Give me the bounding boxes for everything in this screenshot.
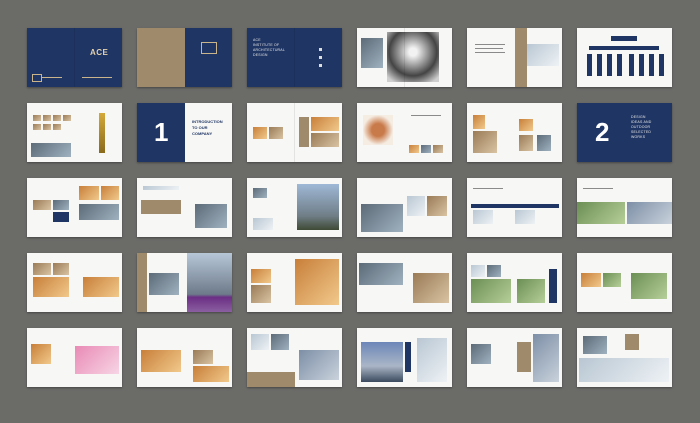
- chapter-2-number: 2: [595, 117, 610, 147]
- chapter-2-title-line-3: OUTDOOR: [631, 125, 651, 129]
- spread-16: [357, 178, 452, 237]
- spread-chapter-1: 1 INTRODUCTION TO OUR COMPANY: [137, 103, 232, 162]
- spread-4: [357, 28, 452, 87]
- spread-22: [357, 253, 452, 312]
- chapter-1-number: 1: [154, 117, 169, 147]
- chapter-2-title-line-1: DESIGN: [631, 115, 646, 119]
- spread-15: [247, 178, 342, 237]
- spread-25: [27, 328, 122, 387]
- spread-14: [137, 178, 232, 237]
- cover-logo: ACE: [90, 48, 109, 57]
- spread-9: [247, 103, 342, 162]
- cover-subtitle-line-1: ACE: [253, 38, 261, 42]
- spread-23: [467, 253, 562, 312]
- chapter-2-title-line-4: SELECTED: [631, 130, 652, 134]
- chapter-2-title-line-2: IDEAS AND: [631, 120, 652, 124]
- spread-28: [357, 328, 452, 387]
- chapter-1-title-line-1: INTRODUCTION: [192, 119, 223, 124]
- chapter-1-title-line-2: TO OUR: [192, 125, 208, 130]
- cover-subtitle-line-3: ARCHITECTURAL: [253, 48, 285, 52]
- spread-21: [247, 253, 342, 312]
- spread-10: [357, 103, 452, 162]
- spread-6-org-chart: [577, 28, 672, 87]
- spread-chapter-2: 2 DESIGN IDEAS AND OUTDOOR SELECTED WORK…: [577, 103, 672, 162]
- spread-29: [467, 328, 562, 387]
- spread-2: [137, 28, 232, 87]
- spread-5: [467, 28, 562, 87]
- spread-3: ACE INSTITUTE OF ARCHITECTURAL DESIGN: [247, 28, 342, 87]
- spread-11: [467, 103, 562, 162]
- spread-26: [137, 328, 232, 387]
- spread-13: [27, 178, 122, 237]
- spread-20: [137, 253, 232, 312]
- spread-30: [577, 328, 672, 387]
- spread-7: [27, 103, 122, 162]
- spread-17: [467, 178, 562, 237]
- spread-24: [577, 253, 672, 312]
- chapter-2-title-line-5: WORKS: [631, 135, 646, 139]
- cover-subtitle-line-2: INSTITUTE OF: [253, 43, 280, 47]
- brochure-spreads-grid: ACE ACE INSTITUTE OF ARCHITECTURAL DESIG…: [0, 0, 700, 423]
- cover-subtitle-line-4: DESIGN: [253, 53, 268, 57]
- spread-18: [577, 178, 672, 237]
- spread-19: [27, 253, 122, 312]
- spread-cover: ACE: [27, 28, 122, 87]
- spread-27: [247, 328, 342, 387]
- chapter-1-title-line-3: COMPANY: [192, 131, 213, 136]
